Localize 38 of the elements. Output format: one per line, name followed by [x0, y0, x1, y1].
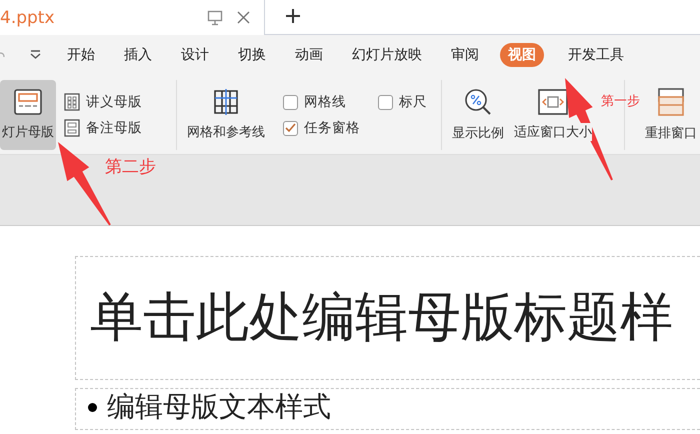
checkbox-option[interactable]: 任务窗格	[283, 117, 360, 139]
menu-tab[interactable]: 幻灯片放映	[344, 43, 430, 67]
document-title: 4.pptx	[0, 8, 55, 28]
menu-tab[interactable]: 动画	[287, 43, 331, 67]
menu-tab[interactable]: 设计	[173, 43, 217, 67]
body-text: 编辑母版文本样式	[107, 391, 331, 424]
arrange-windows-icon	[657, 88, 685, 116]
zoom-icon	[464, 88, 492, 116]
checkbox-option[interactable]: 标尺	[378, 91, 427, 113]
ribbon-button[interactable]: 讲义母版	[64, 91, 142, 113]
checkbox[interactable]	[283, 94, 298, 110]
menu-tab[interactable]: 开始	[59, 43, 103, 67]
slide-master-icon	[14, 89, 42, 115]
step-label: 第二步	[105, 156, 156, 178]
menu-tab[interactable]: 切换	[230, 43, 274, 67]
bullet-icon	[88, 402, 97, 412]
dropdown-icon[interactable]	[30, 50, 41, 60]
title-placeholder[interactable]: 单击此处编辑母版标题样	[75, 256, 700, 380]
ribbon-button[interactable]: 网格和参考线	[185, 80, 267, 150]
handout-icon	[64, 93, 80, 111]
close-icon[interactable]	[237, 11, 250, 24]
menu-tab[interactable]: 插入	[116, 43, 160, 67]
ribbon-button[interactable]: 灯片母版	[0, 80, 56, 150]
checkbox[interactable]	[283, 120, 298, 136]
ribbon-button[interactable]: 重排窗口	[643, 80, 699, 150]
notes-icon	[64, 119, 80, 137]
step-label: 第一步	[601, 93, 640, 110]
menu-tab[interactable]: 开发工具	[560, 43, 632, 67]
fit-window-icon	[538, 89, 568, 115]
ribbon-button[interactable]: 显示比例	[450, 80, 506, 150]
menu-tab[interactable]: 审阅	[443, 43, 487, 67]
checkbox-option[interactable]: 网格线	[283, 91, 360, 113]
ribbon-button[interactable]: 备注母版	[64, 117, 142, 139]
text-placeholder[interactable]: 编辑母版文本样式	[75, 388, 700, 430]
redo-icon[interactable]	[0, 50, 6, 60]
monitor-icon[interactable]	[207, 10, 223, 26]
checkbox[interactable]	[378, 94, 393, 110]
grid-icon	[213, 89, 239, 115]
